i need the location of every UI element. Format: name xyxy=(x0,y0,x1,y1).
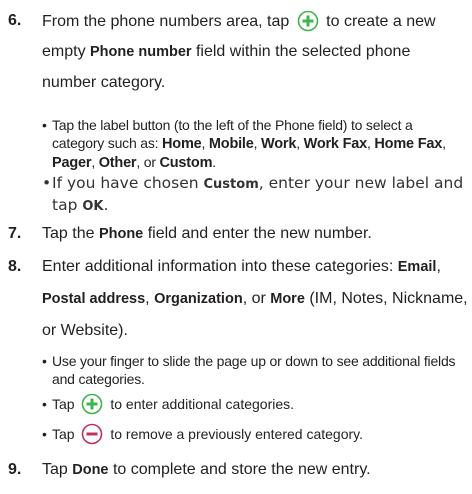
category-work: Work xyxy=(261,136,297,152)
step-text-part: to complete and store the new entry. xyxy=(108,461,371,478)
step-number: 8. xyxy=(8,258,22,275)
category-organization: Organization xyxy=(154,291,243,307)
field-name-phone-number: Phone number xyxy=(90,44,192,60)
category-work-fax: Work Fax xyxy=(303,136,368,152)
bullet-item: • Use your finger to slide the page up o… xyxy=(42,352,468,388)
bullet-item: • If you have chosen Custom, enter your … xyxy=(42,173,468,217)
bullet-text: Tap xyxy=(52,426,75,442)
separator: , xyxy=(442,135,446,151)
step-text-part: to create a new xyxy=(326,13,436,30)
category-email: Email xyxy=(397,259,437,275)
step-text: Enter additional information into these … xyxy=(42,256,472,342)
category-pager: Pager xyxy=(52,155,92,171)
bullet-dot: • xyxy=(42,396,47,412)
step-text-part: From the phone numbers area, tap xyxy=(42,13,290,30)
category-mobile: Mobile xyxy=(208,136,254,152)
separator: , xyxy=(296,135,304,151)
step-text-part: number category. xyxy=(42,74,166,91)
bullet-dot: • xyxy=(42,426,47,442)
step-text-part: (IM, Notes, Nickname, xyxy=(304,290,468,307)
bullet-dot: • xyxy=(42,174,52,192)
category-more: More xyxy=(270,291,305,307)
minus-circle-icon xyxy=(81,423,103,445)
step-number: 7. xyxy=(8,225,22,242)
step-text: From the phone numbers area, tap to crea… xyxy=(42,10,472,94)
separator: , xyxy=(436,258,441,275)
separator: , xyxy=(145,290,155,307)
category-postal-address: Postal address xyxy=(42,291,146,307)
bullet-text: to enter additional categories. xyxy=(110,396,295,412)
bullet-text: Use your finger to slide the page up or … xyxy=(52,353,456,387)
separator: , xyxy=(253,135,262,151)
bullet-dot: • xyxy=(42,353,47,369)
bullet-item: • Tap to enter additional categories. xyxy=(42,393,468,415)
step-text-part: field within the selected phone xyxy=(191,43,411,60)
step-number: 9. xyxy=(8,461,22,478)
plus-circle-icon xyxy=(81,393,103,415)
category-custom: Custom xyxy=(159,155,213,171)
step-text-part: Tap xyxy=(42,461,73,478)
separator: , xyxy=(201,135,209,151)
separator: . xyxy=(212,154,216,170)
bullet-text: Tap xyxy=(52,396,75,412)
step-text-part: or Website). xyxy=(42,322,128,339)
bullet-text: to remove a previously entered category. xyxy=(110,426,364,442)
field-name-phone: Phone xyxy=(98,226,144,242)
button-ok-label: OK xyxy=(82,199,104,214)
bullet-item: • Tap to remove a previously entered cat… xyxy=(42,423,468,445)
bullet-text: . xyxy=(103,196,109,214)
category-home-fax: Home Fax xyxy=(374,136,443,152)
category-home: Home xyxy=(162,136,202,152)
step-text: Tap the Phone field and enter the new nu… xyxy=(42,223,472,245)
step-text-part: Tap the xyxy=(42,225,99,242)
step-number: 6. xyxy=(8,12,22,29)
separator: , xyxy=(91,154,99,170)
button-done-label: Done xyxy=(72,462,109,478)
step-text-part: empty xyxy=(42,43,91,60)
step-text-part: Enter additional information into these … xyxy=(42,258,398,275)
separator: , or xyxy=(136,154,160,170)
step-text: Tap Done to complete and store the new e… xyxy=(42,459,472,481)
bullet-item: • Tap the label button (to the left of t… xyxy=(42,116,468,172)
separator: , or xyxy=(242,290,271,307)
option-custom: Custom xyxy=(203,177,259,192)
plus-circle-icon xyxy=(297,10,319,32)
category-other: Other xyxy=(98,155,137,171)
bullet-text: If you have chosen xyxy=(52,174,204,192)
bullet-dot: • xyxy=(42,117,47,133)
step-text-part: field and enter the new number. xyxy=(143,225,372,242)
